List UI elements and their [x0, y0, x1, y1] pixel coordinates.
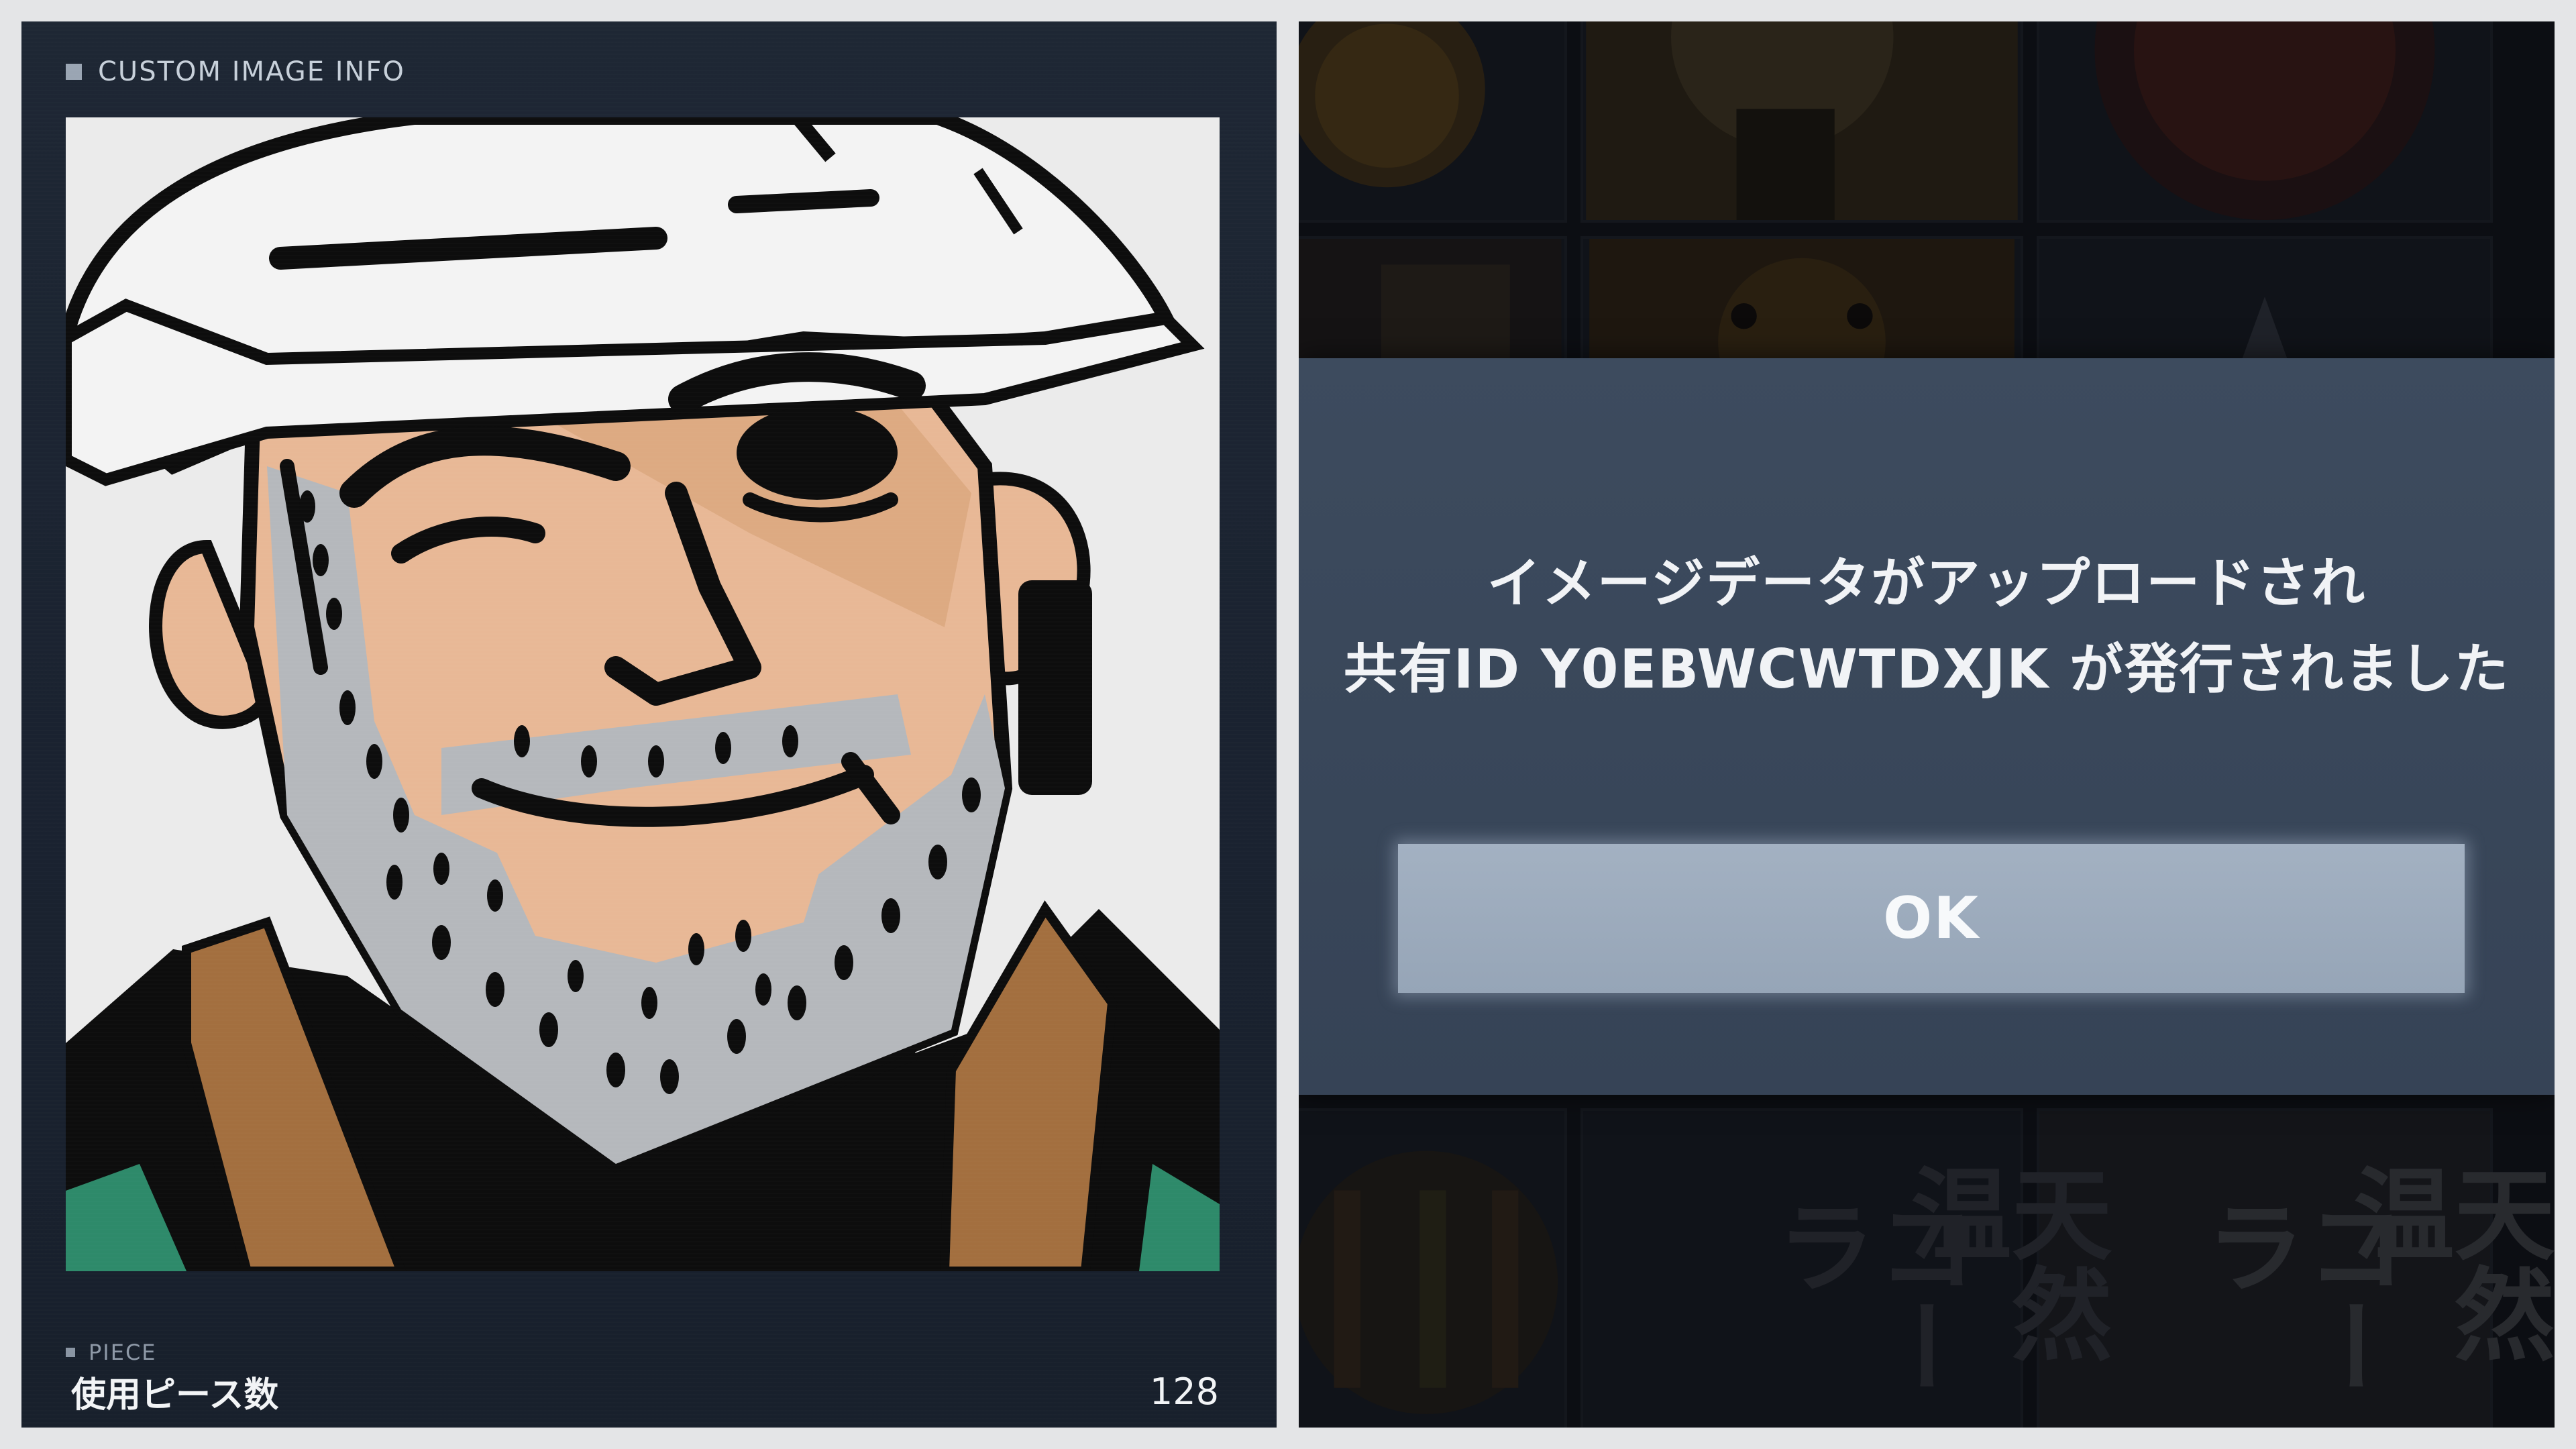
- dialog-message: イメージデータがアップロードされ 共有ID Y0EBWCWTDXJK が発行され…: [1299, 541, 2555, 712]
- piece-label: PIECE: [89, 1340, 157, 1365]
- upload-result-screen: 天然温 コーラ 天然温 コーラ イメージデータがアップロードされ 共有ID Y0…: [1299, 21, 2555, 1428]
- piece-count-label: 使用ピース数: [71, 1375, 279, 1415]
- dialog-message-line-2: 共有ID Y0EBWCWTDXJK が発行されました: [1343, 638, 2510, 700]
- ok-button[interactable]: OK: [1398, 844, 2465, 993]
- upload-complete-dialog: イメージデータがアップロードされ 共有ID Y0EBWCWTDXJK が発行され…: [1299, 358, 2555, 1095]
- section-title: CUSTOM IMAGE INFO: [98, 56, 405, 87]
- dialog-message-line-1: イメージデータがアップロードされ: [1487, 552, 2367, 614]
- screenshot-frame: CUSTOM IMAGE INFO PIECE 使用ピース数 128 天然温 コ…: [0, 0, 2576, 1449]
- piece-count-value: 128: [1149, 1371, 1219, 1413]
- helmeted-man-portrait-icon: [66, 117, 1220, 1271]
- piece-header: PIECE: [66, 1340, 157, 1365]
- square-marker-icon: [66, 1348, 75, 1357]
- custom-image-info-panel: CUSTOM IMAGE INFO PIECE 使用ピース数 128: [21, 21, 1277, 1428]
- square-marker-icon: [66, 64, 82, 80]
- piece-count-row: 使用ピース数 128: [71, 1366, 1219, 1417]
- ok-button-label: OK: [1883, 885, 1980, 952]
- custom-image-preview: [66, 117, 1220, 1271]
- section-header: CUSTOM IMAGE INFO: [66, 56, 405, 87]
